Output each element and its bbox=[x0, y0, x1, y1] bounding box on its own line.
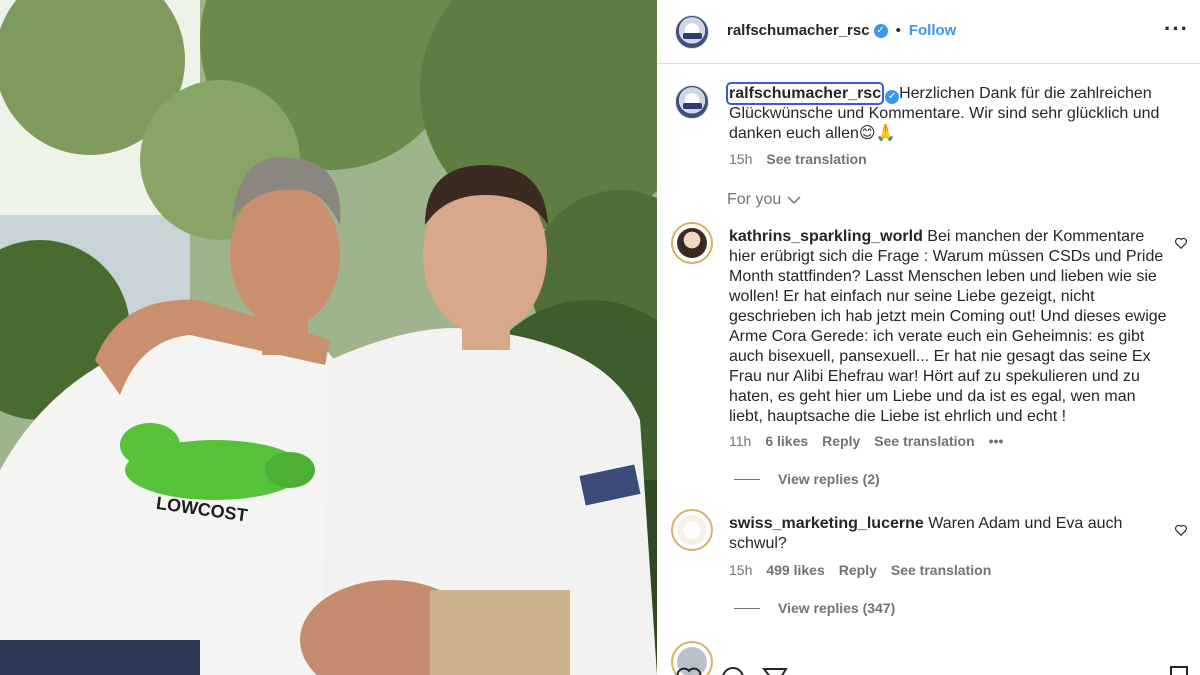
comment-bubble-icon[interactable] bbox=[719, 664, 747, 675]
caption-meta: 15h See translation bbox=[729, 151, 867, 167]
comment-username[interactable]: kathrins_sparkling_world bbox=[729, 228, 923, 245]
comment-more-options-icon[interactable]: ••• bbox=[989, 433, 1004, 449]
more-options-icon[interactable]: ··· bbox=[1164, 18, 1188, 41]
comment-likes-count[interactable]: 499 likes bbox=[766, 562, 824, 578]
author-avatar[interactable] bbox=[675, 15, 709, 49]
comments-sort-dropdown[interactable]: For you bbox=[727, 191, 801, 209]
comment-timestamp[interactable]: 11h bbox=[729, 433, 751, 449]
comment-text: Bei manchen der Kommentare hier erübrigt… bbox=[729, 228, 1167, 425]
caption-username[interactable]: ralfschumacher_rsc bbox=[725, 82, 885, 105]
comment-see-translation[interactable]: See translation bbox=[891, 562, 991, 578]
comment-reply-button[interactable]: Reply bbox=[822, 433, 860, 449]
save-bookmark-icon[interactable] bbox=[1165, 664, 1193, 675]
comment-item: kathrins_sparkling_world Bei manchen der… bbox=[729, 227, 1169, 427]
caption-author-avatar[interactable] bbox=[675, 85, 709, 119]
view-replies-label: View replies (347) bbox=[778, 600, 896, 616]
comment-item: swiss_marketing_lucerne Waren Adam und E… bbox=[729, 514, 1169, 554]
post-caption: ralfschumacher_rsc ✓ Herzlichen Dank für d… bbox=[725, 82, 1169, 144]
author-line: ralfschumacher_rsc ✓ • Follow bbox=[727, 22, 956, 39]
post-photo: LOWCOST bbox=[0, 0, 657, 675]
share-paper-plane-icon[interactable] bbox=[761, 664, 789, 675]
comment-like-heart-icon[interactable] bbox=[1174, 236, 1188, 250]
follow-button[interactable]: Follow bbox=[909, 22, 957, 39]
caption-verified-badge-icon: ✓ bbox=[885, 90, 900, 104]
comment-username[interactable]: swiss_marketing_lucerne bbox=[729, 515, 924, 532]
post-actions-bar bbox=[657, 660, 1200, 675]
replies-divider-line bbox=[734, 607, 760, 609]
chevron-down-icon bbox=[787, 196, 801, 205]
post-side-panel: ralfschumacher_rsc ✓ • Follow ··· ralfsc… bbox=[657, 0, 1200, 675]
view-replies-label: View replies (2) bbox=[778, 471, 880, 487]
comment-timestamp[interactable]: 15h bbox=[729, 562, 752, 578]
comment-likes-count[interactable]: 6 likes bbox=[765, 433, 808, 449]
view-replies-button[interactable]: View replies (347) bbox=[734, 600, 895, 616]
comments-sort-label: For you bbox=[727, 191, 782, 208]
caption-see-translation[interactable]: See translation bbox=[766, 151, 866, 167]
comment-meta: 11h 6 likes Reply See translation ••• bbox=[729, 433, 1003, 449]
comment-avatar[interactable] bbox=[671, 509, 713, 551]
comment-see-translation[interactable]: See translation bbox=[874, 433, 974, 449]
post-header: ralfschumacher_rsc ✓ • Follow ··· bbox=[657, 0, 1200, 64]
caption-timestamp[interactable]: 15h bbox=[729, 151, 752, 167]
comment-like-heart-icon[interactable] bbox=[1174, 523, 1188, 537]
author-username[interactable]: ralfschumacher_rsc bbox=[727, 22, 870, 39]
photo-illustration: LOWCOST bbox=[0, 0, 657, 675]
separator-dot: • bbox=[895, 22, 901, 39]
replies-divider-line bbox=[734, 478, 760, 480]
comment-avatar[interactable] bbox=[671, 222, 713, 264]
view-replies-button[interactable]: View replies (2) bbox=[734, 471, 880, 487]
comment-meta: 15h 499 likes Reply See translation bbox=[729, 562, 991, 578]
like-heart-icon[interactable] bbox=[675, 664, 703, 675]
verified-badge-icon: ✓ bbox=[873, 23, 888, 38]
comment-reply-button[interactable]: Reply bbox=[839, 562, 877, 578]
